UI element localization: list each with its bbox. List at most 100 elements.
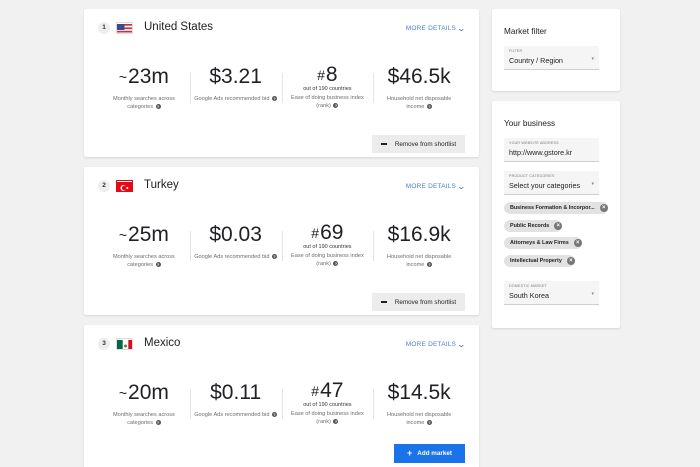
approx-prefix: ~ [118, 69, 128, 85]
market-card-united-states: 1 United States MORE DETAILS ⌄ ~23m Mont… [84, 9, 479, 157]
metric-ease: #69 out of 190 countries Ease of doing b… [281, 221, 374, 281]
rank-badge: 2 [98, 180, 110, 192]
add-market-button[interactable]: + Add market [394, 444, 465, 463]
metric-value: 69 [320, 221, 344, 244]
help-icon[interactable]: ? [272, 412, 278, 418]
dropdown-arrow-icon: ▾ [591, 56, 594, 62]
product-categories-select[interactable]: PRODUCT CATEGORIES Select your categorie… [504, 171, 599, 195]
us-flag-icon [116, 22, 133, 34]
metric-income: $46.5k Household net disposable income ? [373, 63, 465, 123]
category-chip: Intellectual Property × [504, 255, 575, 267]
country-name: Mexico [144, 337, 181, 349]
rank-prefix: # [311, 225, 320, 241]
panel-title: Your business [504, 119, 556, 128]
more-details-link[interactable]: MORE DETAILS ⌄ [405, 23, 467, 33]
chip-label: Intellectual Property [510, 258, 562, 264]
chevron-down-icon: ⌄ [456, 181, 467, 191]
filter-select[interactable]: FILTER Country / Region ▾ [504, 46, 599, 70]
rank-prefix: # [311, 383, 320, 399]
rank-badge: 1 [98, 22, 110, 34]
metric-label: Google Ads recommended bid ? [194, 96, 278, 102]
button-label: Remove from shortlist [394, 140, 457, 148]
country-name: Turkey [144, 179, 179, 191]
chip-label: Attorneys & Law Firms [510, 240, 569, 246]
field-value: http://www.gstore.kr [509, 148, 573, 157]
metric-bid: $3.21 Google Ads recommended bid ? [189, 63, 282, 123]
domestic-market-select[interactable]: DOMESTIC MARKET South Korea ▾ [504, 281, 599, 305]
metric-value: $46.5k [387, 65, 451, 88]
field-label: FILTER [509, 49, 523, 53]
category-chip: Attorneys & Law Firms × [504, 237, 582, 249]
more-details-label: MORE DETAILS [405, 25, 457, 32]
remove-chip-icon[interactable]: × [573, 239, 582, 247]
help-icon[interactable]: ? [155, 262, 161, 268]
plus-icon: + [407, 448, 413, 458]
minus-icon [380, 143, 387, 145]
remove-chip-icon[interactable]: × [599, 204, 608, 212]
website-address-field[interactable]: YOUR WEBSITE ADDRESS http://www.gstore.k… [504, 138, 599, 162]
chevron-down-icon: ⌄ [456, 339, 467, 349]
more-details-label: MORE DETAILS [405, 341, 457, 348]
field-value: South Korea [509, 291, 549, 300]
chip-label: Public Records [510, 223, 550, 229]
metric-label: Ease of doing business index (rank) ? [290, 411, 364, 425]
approx-prefix: ~ [118, 385, 128, 401]
metric-label: Google Ads recommended bid ? [194, 412, 278, 418]
chevron-down-icon: ⌄ [456, 23, 467, 33]
metric-value: 47 [320, 379, 344, 402]
metric-bid: $0.11 Google Ads recommended bid ? [189, 379, 282, 439]
category-chip: Business Formation & Incorpor... × [504, 202, 608, 214]
help-icon[interactable]: ? [155, 420, 161, 426]
help-icon[interactable]: ? [426, 420, 432, 426]
more-details-link[interactable]: MORE DETAILS ⌄ [405, 339, 467, 349]
metric-value: $0.11 [210, 381, 262, 404]
metric-label: Household net disposable income ? [386, 412, 452, 426]
help-icon[interactable]: ? [426, 104, 432, 110]
remove-chip-icon[interactable]: × [566, 257, 575, 265]
button-label: Add market [417, 450, 452, 457]
metric-sub: out of 190 countries [303, 244, 352, 250]
help-icon[interactable]: ? [272, 96, 278, 102]
metric-income: $14.5k Household net disposable income ? [373, 379, 465, 439]
metric-label: Household net disposable income ? [386, 96, 452, 110]
metric-value: 20m [128, 381, 169, 404]
metric-value: $14.5k [387, 381, 451, 404]
market-metrics: ~20m Monthly searches across categories … [98, 379, 465, 439]
your-business-panel: Your business YOUR WEBSITE ADDRESS http:… [492, 101, 620, 328]
approx-prefix: ~ [118, 227, 128, 243]
rank-badge: 3 [98, 338, 110, 350]
button-label: Remove from shortlist [394, 298, 457, 306]
metric-label: Google Ads recommended bid ? [194, 254, 278, 260]
help-icon[interactable]: ? [272, 254, 278, 260]
help-icon[interactable]: ? [155, 104, 161, 110]
metric-value: 23m [128, 65, 169, 88]
help-icon[interactable]: ? [333, 103, 339, 109]
remove-from-shortlist-button[interactable]: Remove from shortlist [372, 135, 465, 153]
more-details-link[interactable]: MORE DETAILS ⌄ [406, 181, 467, 191]
metric-label: Ease of doing business index (rank) ? [290, 253, 364, 267]
metric-searches: ~20m Monthly searches across categories … [98, 379, 190, 439]
metric-value: $3.21 [209, 65, 262, 88]
metric-value: $0.03 [209, 223, 262, 246]
market-card-turkey: 2 Turkey MORE DETAILS ⌄ ~25m Monthly sea… [84, 167, 479, 315]
market-card-header: 1 United States MORE DETAILS ⌄ [84, 9, 479, 45]
help-icon[interactable]: ? [333, 261, 339, 267]
help-icon[interactable]: ? [333, 419, 339, 425]
dropdown-arrow-icon: ▾ [591, 181, 594, 187]
metric-value: 8 [325, 63, 338, 86]
remove-from-shortlist-button[interactable]: Remove from shortlist [372, 293, 465, 311]
field-label: DOMESTIC MARKET [509, 284, 547, 288]
metric-sub: out of 190 countries [303, 402, 352, 408]
panel-title: Market filter [504, 27, 547, 36]
metric-value: 25m [128, 223, 169, 246]
chip-label: Business Formation & Incorpor... [510, 205, 595, 211]
rank-prefix: # [317, 67, 325, 83]
market-filter-panel: Market filter FILTER Country / Region ▾ [492, 9, 620, 91]
remove-chip-icon[interactable]: × [554, 222, 563, 230]
metric-value: $16.9k [387, 223, 451, 246]
help-icon[interactable]: ? [426, 262, 432, 268]
metric-label: Household net disposable income ? [386, 254, 452, 268]
metric-searches: ~25m Monthly searches across categories … [98, 221, 190, 281]
market-card-header: 2 Turkey MORE DETAILS ⌄ [84, 167, 479, 203]
metric-ease: #8 out of 190 countries Ease of doing bu… [281, 63, 374, 123]
